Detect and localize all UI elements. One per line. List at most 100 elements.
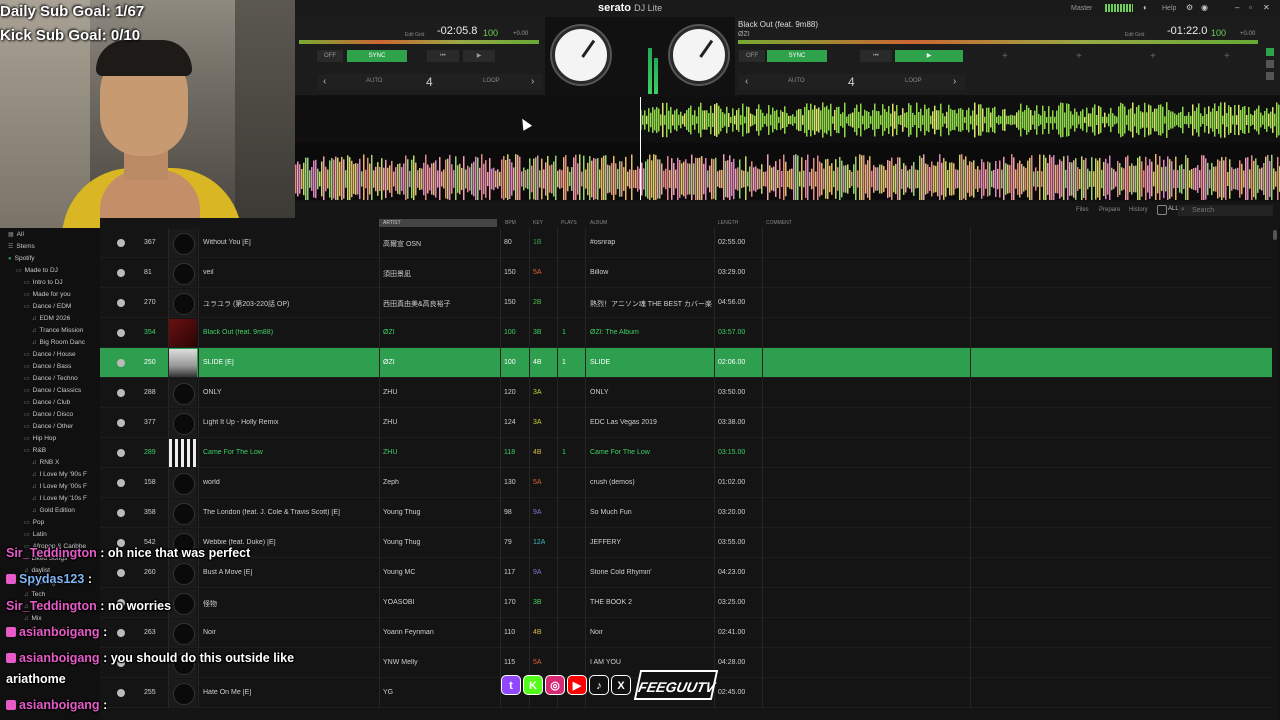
history-button[interactable]: History	[1129, 207, 1148, 213]
track-status-icon[interactable]	[117, 239, 125, 247]
sidebar-item[interactable]: ♫ Gold Edition	[32, 507, 75, 514]
table-row[interactable]: 288 ONLY ZHU 120 3A ONLY 03:50.00	[100, 378, 1272, 408]
sidebar-item[interactable]: ♫ Mix	[24, 615, 42, 622]
track-status-icon[interactable]	[117, 389, 125, 397]
table-row[interactable]: 354 Black Out (feat. 9m88) ØZI 100 3B 1 ØZI: T…	[100, 318, 1272, 348]
files-button[interactable]: Files	[1076, 207, 1089, 213]
sidebar-item[interactable]: ▭ R&B	[24, 447, 46, 454]
prepare-button[interactable]: Prepare	[1099, 207, 1120, 213]
settings-toggle-icon[interactable]: ◐	[1143, 3, 1148, 12]
track-status-icon[interactable]	[117, 299, 125, 307]
sidebar-item[interactable]: ● Spotify	[8, 255, 35, 262]
track-status-icon[interactable]	[117, 689, 125, 697]
deck-right-edit-grid[interactable]: Edit Grid	[1125, 32, 1144, 38]
sidebar-item[interactable]: ♫ Trance Mission	[32, 327, 83, 334]
sidebar-item[interactable]: ▭ Dance / Disco	[24, 411, 73, 418]
help-menu[interactable]: Help	[1162, 5, 1176, 12]
table-row[interactable]: 260 Bust A Move [E] Young MC 117 9A Stone Col…	[100, 558, 1272, 588]
column-length[interactable]: LENGTH	[718, 220, 738, 226]
search-input[interactable]: Search	[1178, 205, 1273, 216]
deck-left-play-button[interactable]: ▶	[463, 50, 495, 62]
sidebar-item[interactable]: ▭ Dance / Club	[24, 399, 70, 406]
track-status-icon[interactable]	[117, 269, 125, 277]
table-row[interactable]: 542 Webbie (feat. Duke) [E] Young Thug 79 12…	[100, 528, 1272, 558]
table-row[interactable]: 81 veil 須田景凪 150 5A Billow 03:29.00	[100, 258, 1272, 288]
sidebar-item[interactable]: ♫ I Love My '90s F	[32, 471, 87, 478]
deck-left-loop-label[interactable]: LOOP	[483, 78, 500, 84]
column-artist[interactable]: ARTIST	[379, 219, 497, 227]
table-row[interactable]: 377 Light It Up - Holly Remix ZHU 124 3A EDC …	[100, 408, 1272, 438]
deck-left-off-button[interactable]: OFF	[317, 50, 343, 62]
column-plays[interactable]: PLAYS	[561, 220, 577, 226]
sidebar-item[interactable]: ▭ Latin	[24, 531, 47, 538]
sidebar-item[interactable]: ☰ Stems	[8, 243, 35, 250]
table-row[interactable]: 158 world Zeph 130 5A crush (demos) 01:02.00	[100, 468, 1272, 498]
sidebar-item[interactable]: ▭ Dance / Techno	[24, 375, 78, 382]
table-row[interactable]: 怪物 YOASOBI 170 3B THE BOOK 2 03:25.00	[100, 588, 1272, 618]
sidebar-item[interactable]: ▭ Dance / House	[24, 351, 76, 358]
deck-left-loop-prev-icon[interactable]: ‹	[323, 76, 326, 87]
track-status-icon[interactable]	[117, 419, 125, 427]
zoomed-waveform-bottom[interactable]	[295, 143, 1280, 200]
track-list-scrollbar[interactable]	[1272, 228, 1278, 720]
table-row[interactable]: 358 The London (feat. J. Cole & Travis Sc…	[100, 498, 1272, 528]
table-row[interactable]: 250 SLIDE [E] ØZI 100 4B 1 SLIDE 02:06.00	[100, 348, 1272, 378]
account-icon[interactable]: ◉	[1201, 3, 1208, 12]
gear-icon[interactable]: ⚙	[1186, 3, 1193, 12]
sidebar-item[interactable]: ▭ Dance / Other	[24, 423, 73, 430]
table-row[interactable]: 270 ユラユラ (第203-220話 OP) 西田真由美&高良裕子 150 2B 熱烈！…	[100, 288, 1272, 318]
sidebar-item[interactable]: ▭ Dance / Classics	[24, 387, 81, 394]
sidebar-item[interactable]: ▭ Pop	[24, 519, 44, 526]
track-status-icon[interactable]	[117, 449, 125, 457]
track-status-icon[interactable]	[117, 479, 125, 487]
deck-right-loop-prev-icon[interactable]: ‹	[745, 76, 748, 87]
deck-right-overview[interactable]	[738, 40, 1258, 44]
deck-left-sync-button[interactable]: SYNC	[347, 50, 407, 62]
column-album[interactable]: ALBUM	[590, 220, 607, 226]
table-row[interactable]: 367 Without You [E] 高爾宣 OSN 80 1B #osnrap 02:5…	[100, 228, 1272, 258]
deck-left-overview[interactable]	[299, 40, 539, 44]
maximize-icon[interactable]: ▫	[1249, 3, 1252, 12]
track-status-icon[interactable]	[117, 569, 125, 577]
track-status-icon[interactable]	[117, 629, 125, 637]
sidebar-item[interactable]: ▭ Made for you	[24, 291, 71, 298]
deck-right-auto-label[interactable]: AUTO	[788, 78, 805, 84]
sidebar-item[interactable]: ▭ Hip Hop	[24, 435, 56, 442]
deck-right-loop-next-icon[interactable]: ›	[953, 76, 956, 87]
deck-left-cue-button[interactable]: ⏮	[427, 50, 459, 62]
sidebar-item[interactable]: ▭ Dance / EDM	[24, 303, 71, 310]
sidebar-item[interactable]: ♫ I Love My '00s F	[32, 483, 87, 490]
track-status-icon[interactable]	[117, 329, 125, 337]
track-status-icon[interactable]	[117, 509, 125, 517]
minimize-icon[interactable]: –	[1235, 3, 1239, 12]
table-row[interactable]: 289 Came For The Low ZHU 118 4B 1 Came For The…	[100, 438, 1272, 468]
sidebar-item[interactable]: ▭ Made to DJ	[16, 267, 58, 274]
zoomed-waveform-top[interactable]	[295, 97, 1280, 143]
deck-left-auto-label[interactable]: AUTO	[366, 78, 383, 84]
sidebar-item[interactable]: ♫ Tech	[24, 591, 45, 598]
sidebar-item[interactable]: ♫ I Love My '10s F	[32, 495, 87, 502]
view-mode-icon[interactable]	[1157, 205, 1167, 215]
track-status-icon[interactable]	[117, 359, 125, 367]
sidebar-item[interactable]: ♫ EDM 2026	[32, 315, 70, 322]
deck-right-loop-label[interactable]: LOOP	[905, 78, 922, 84]
sidebar-item[interactable]: ▦ All	[8, 231, 24, 238]
deck-right-play-button[interactable]: ▶	[895, 50, 963, 62]
deck-right-off-button[interactable]: OFF	[739, 50, 765, 62]
deck-left-platter[interactable]	[552, 26, 610, 84]
right-panel-toggles[interactable]	[1266, 48, 1276, 88]
deck-right-cue-button[interactable]: ⏮	[860, 50, 892, 62]
deck-right-sync-button[interactable]: SYNC	[767, 50, 827, 62]
cue-point-slots[interactable]: + + + +	[970, 51, 1265, 63]
column-bpm[interactable]: BPM	[505, 220, 516, 226]
sidebar-item[interactable]: ♫ Big Room Danc	[32, 339, 85, 346]
sidebar-item[interactable]: ♫ RNB X	[32, 459, 59, 466]
column-comment[interactable]: COMMENT	[766, 220, 792, 226]
table-row[interactable]: 263 Noir Yoann Feynman 110 4B Noir 02:41.00	[100, 618, 1272, 648]
deck-left-edit-grid[interactable]: Edit Grid	[405, 32, 424, 38]
deck-left-loop-next-icon[interactable]: ›	[531, 76, 534, 87]
deck-right-platter[interactable]	[670, 26, 728, 84]
column-key[interactable]: KEY	[533, 220, 543, 226]
sidebar-item[interactable]: ▭ Intro to DJ	[24, 279, 63, 286]
sidebar-item[interactable]: ▭ Dance / Bass	[24, 363, 71, 370]
